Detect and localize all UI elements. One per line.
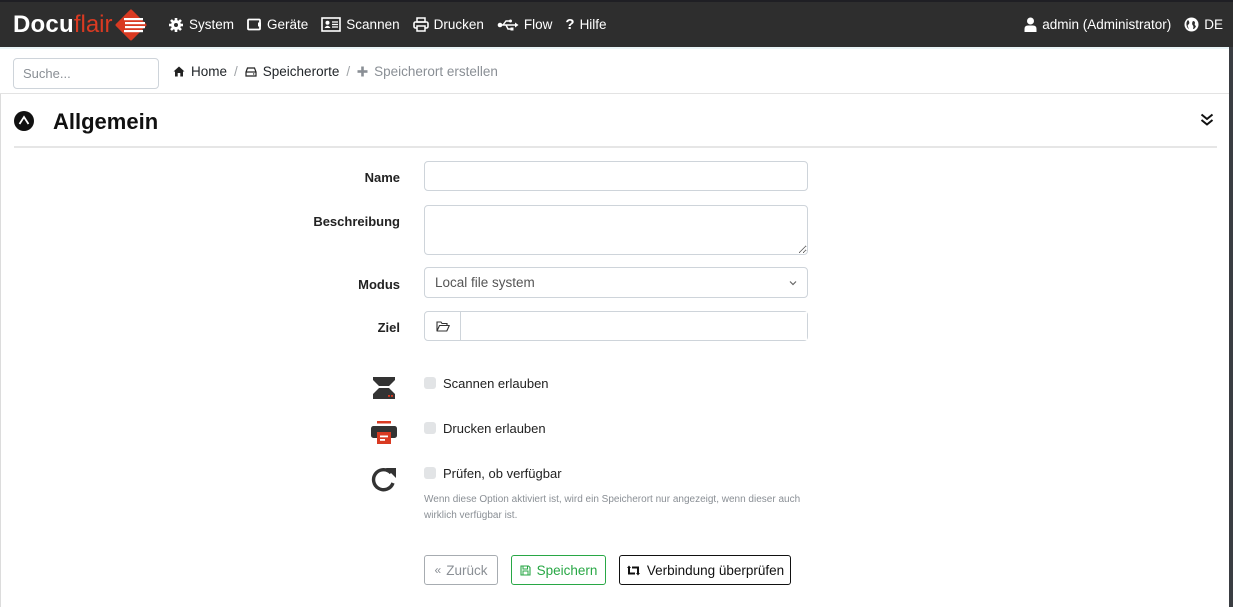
nav-item-system[interactable]: System xyxy=(168,17,234,33)
user-nav: admin (Administrator) DE xyxy=(1011,2,1223,47)
folder-open-icon xyxy=(435,320,450,332)
help-text: Wenn diese Option aktiviert ist, wird ei… xyxy=(424,494,801,521)
language-code: DE xyxy=(1204,17,1223,32)
nav-label: System xyxy=(189,17,235,32)
save-button[interactable]: Speichern xyxy=(511,555,606,585)
logo-text-flair: flair xyxy=(73,11,113,38)
save-button-label: Speichern xyxy=(536,562,598,578)
breadcrumb-home[interactable]: Home xyxy=(173,64,227,79)
double-chevron-left-icon: « xyxy=(434,563,442,577)
breadcrumb-separator: / xyxy=(234,64,238,79)
chevron-up-circle-icon[interactable] xyxy=(14,111,34,131)
breadcrumb-label: Speicherorte xyxy=(262,64,340,79)
docuflair-logo[interactable]: Docu flair xyxy=(13,9,147,41)
refresh-icon xyxy=(369,464,399,494)
section-header: Allgemein xyxy=(14,94,1217,148)
user-name: admin (Administrator) xyxy=(1042,17,1172,32)
drucken-erlauben-checkbox[interactable] xyxy=(424,422,436,434)
gear-icon xyxy=(169,17,183,32)
name-label: Name xyxy=(364,170,400,185)
check-connection-label: Verbindung überprüfen xyxy=(646,562,785,578)
floppy-disk-icon xyxy=(520,564,531,576)
plus-icon xyxy=(357,66,368,77)
ziel-label: Ziel xyxy=(377,320,400,335)
pruefen-verfuegbar-checkbox[interactable] xyxy=(424,467,436,479)
nav-item-hilfe[interactable]: ? Hilfe xyxy=(565,16,606,33)
scanner-icon xyxy=(369,373,399,403)
scannen-erlauben-checkbox[interactable] xyxy=(424,377,436,389)
beschreibung-textarea[interactable] xyxy=(424,205,808,255)
top-navbar: Docu flair System Geräte Scannen Drucken xyxy=(0,0,1233,47)
home-icon xyxy=(173,66,185,77)
main-nav: System Geräte Scannen Drucken Flow ? Hil… xyxy=(168,2,620,47)
back-button[interactable]: « Zurück xyxy=(424,555,498,585)
user-icon xyxy=(1024,17,1037,32)
breadcrumb-speicherorte[interactable]: Speicherorte xyxy=(245,64,340,79)
modus-select[interactable]: Local file system xyxy=(424,267,808,298)
hdd-icon xyxy=(245,66,257,77)
browse-folder-button[interactable] xyxy=(425,312,461,340)
ziel-input[interactable] xyxy=(461,312,807,340)
printer-icon xyxy=(412,17,429,32)
beschreibung-label: Beschreibung xyxy=(313,214,400,229)
nav-item-scannen[interactable]: Scannen xyxy=(321,17,400,32)
globe-icon xyxy=(1184,17,1199,32)
search-input[interactable] xyxy=(13,58,159,89)
nav-item-drucken[interactable]: Drucken xyxy=(412,17,484,32)
check-connection-button[interactable]: Verbindung überprüfen xyxy=(619,555,791,585)
drucken-erlauben-label[interactable]: Drucken erlauben xyxy=(443,421,546,436)
question-icon: ? xyxy=(565,16,575,33)
main-content: Allgemein Name Beschreibung Modus Local … xyxy=(0,94,1229,607)
breadcrumb-separator: / xyxy=(346,64,351,79)
logo-text-docu: Docu xyxy=(13,11,74,38)
page-scrollbar[interactable] xyxy=(1229,47,1233,607)
user-menu[interactable]: admin (Administrator) xyxy=(1024,17,1171,32)
nav-item-geraete[interactable]: Geräte xyxy=(247,17,308,32)
modus-selected-value: Local file system xyxy=(435,275,535,290)
nav-label: Scannen xyxy=(346,17,400,32)
id-card-icon xyxy=(321,17,342,32)
breadcrumb: Home / Speicherorte / Speicherort erstel… xyxy=(173,49,498,94)
back-button-label: Zurück xyxy=(446,562,488,578)
sub-header: Home / Speicherorte / Speicherort erstel… xyxy=(0,47,1229,94)
chevron-down-icon xyxy=(789,280,797,285)
printer-icon xyxy=(369,418,399,448)
device-icon xyxy=(247,18,262,31)
nav-item-flow[interactable]: Flow xyxy=(497,17,553,32)
logo-mark-icon xyxy=(115,9,147,41)
pruefen-verfuegbar-label[interactable]: Prüfen, ob verfügbar xyxy=(443,466,562,481)
nav-label: Geräte xyxy=(267,17,309,32)
retweet-icon xyxy=(626,565,640,575)
scannen-erlauben-label[interactable]: Scannen erlauben xyxy=(443,376,549,391)
breadcrumb-label: Speicherort erstellen xyxy=(374,64,498,79)
ziel-input-group xyxy=(424,311,808,341)
breadcrumb-current: Speicherort erstellen xyxy=(357,64,498,79)
breadcrumb-label: Home xyxy=(191,64,228,79)
nav-label: Drucken xyxy=(433,17,484,32)
section-title: Allgemein xyxy=(53,109,159,134)
language-menu[interactable]: DE xyxy=(1184,17,1223,32)
name-input[interactable] xyxy=(424,161,808,191)
usb-icon xyxy=(497,19,519,30)
chevron-double-down-icon[interactable] xyxy=(1200,113,1214,127)
modus-label: Modus xyxy=(358,277,400,292)
nav-label: Flow xyxy=(523,17,553,32)
nav-label: Hilfe xyxy=(579,17,607,32)
